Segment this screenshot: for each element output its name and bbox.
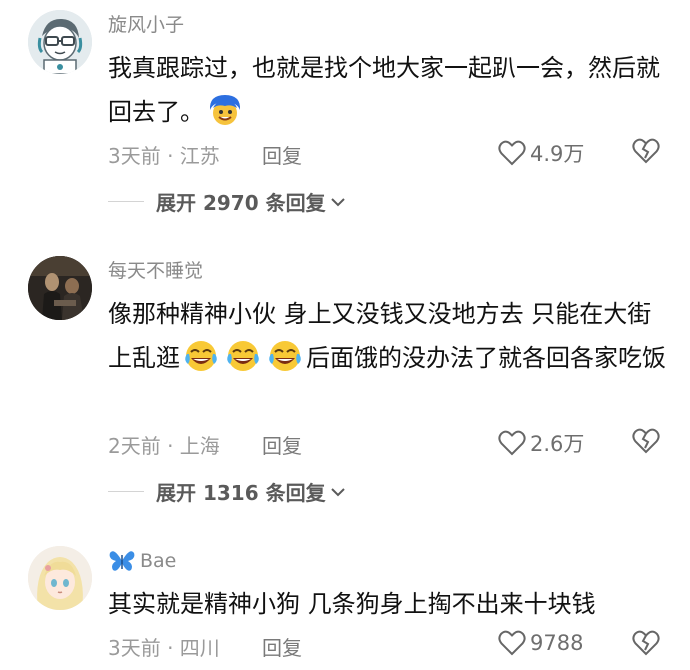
user-avatar[interactable] xyxy=(28,256,92,320)
dislike-button[interactable] xyxy=(632,138,660,168)
reply-button[interactable]: 回复 xyxy=(262,632,302,661)
time-location: 2天前 · 上海 xyxy=(108,434,220,458)
like-count: 9788 xyxy=(530,631,584,655)
comment-text-part: 后面饿的没办法了就各回各家吃饭 xyxy=(306,344,666,372)
chevron-down-icon xyxy=(330,197,345,206)
time-location: 3天前 · 江苏 xyxy=(108,144,220,168)
comment-text: 其实就是精神小狗 几条狗身上掏不出来十块钱 xyxy=(108,582,668,626)
tears-of-joy-emoji-icon xyxy=(225,338,261,374)
like-count: 2.6万 xyxy=(530,432,585,456)
chevron-down-icon xyxy=(330,487,345,496)
username[interactable]: 旋风小子 xyxy=(108,10,184,37)
expand-replies-button[interactable]: 展开 2970 条回复 xyxy=(108,187,346,216)
heart-icon xyxy=(498,140,526,166)
user-avatar[interactable] xyxy=(28,546,92,610)
dislike-button[interactable] xyxy=(632,428,660,458)
tears-of-joy-emoji-icon xyxy=(267,338,303,374)
like-count: 4.9万 xyxy=(530,142,585,166)
blue-butterfly-icon xyxy=(109,551,135,571)
comment-text-part: 我真跟踪过，也就是找个地大家一起趴一会，然后就回去了。 xyxy=(108,54,660,126)
reply-button[interactable]: 回复 xyxy=(262,430,302,459)
expand-replies-button[interactable]: 展开 1316 条回复 xyxy=(108,477,346,506)
comment-text: 我真跟踪过，也就是找个地大家一起趴一会，然后就回去了。 xyxy=(108,46,668,134)
like-button[interactable]: 9788 xyxy=(498,630,583,656)
username-text: Bae xyxy=(140,550,177,572)
comment-text-part: 其实就是精神小狗 几条狗身上掏不出来十块钱 xyxy=(108,590,596,618)
heart-icon xyxy=(498,430,526,456)
blue-hair-smiling-emoji-icon xyxy=(207,92,243,128)
dark-photo-avatar-icon xyxy=(28,256,92,320)
broken-heart-icon xyxy=(632,630,660,656)
reply-button[interactable]: 回复 xyxy=(262,140,302,169)
time-location: 3天前 · 四川 xyxy=(108,636,220,660)
expand-replies-label: 展开 2970 条回复 xyxy=(156,191,326,215)
like-button[interactable]: 2.6万 xyxy=(498,428,584,458)
divider-line xyxy=(108,491,144,492)
username[interactable]: Bae xyxy=(108,549,176,573)
divider-line xyxy=(108,201,144,202)
username[interactable]: 每天不睡觉 xyxy=(108,256,203,283)
user-avatar[interactable] xyxy=(28,10,92,74)
expand-replies-label: 展开 1316 条回复 xyxy=(156,481,326,505)
comment-text: 像那种精神小伙 身上又没钱又没地方去 只能在大街上乱逛 后面饿的没办法了就各回各… xyxy=(108,292,668,380)
cartoon-boy-glasses-avatar-icon xyxy=(28,10,92,74)
like-button[interactable]: 4.9万 xyxy=(498,138,584,168)
broken-heart-icon xyxy=(632,428,660,454)
dislike-button[interactable] xyxy=(632,630,660,660)
anime-girl-avatar-icon xyxy=(28,546,92,610)
tears-of-joy-emoji-icon xyxy=(183,338,219,374)
broken-heart-icon xyxy=(632,138,660,164)
heart-icon xyxy=(498,630,526,656)
